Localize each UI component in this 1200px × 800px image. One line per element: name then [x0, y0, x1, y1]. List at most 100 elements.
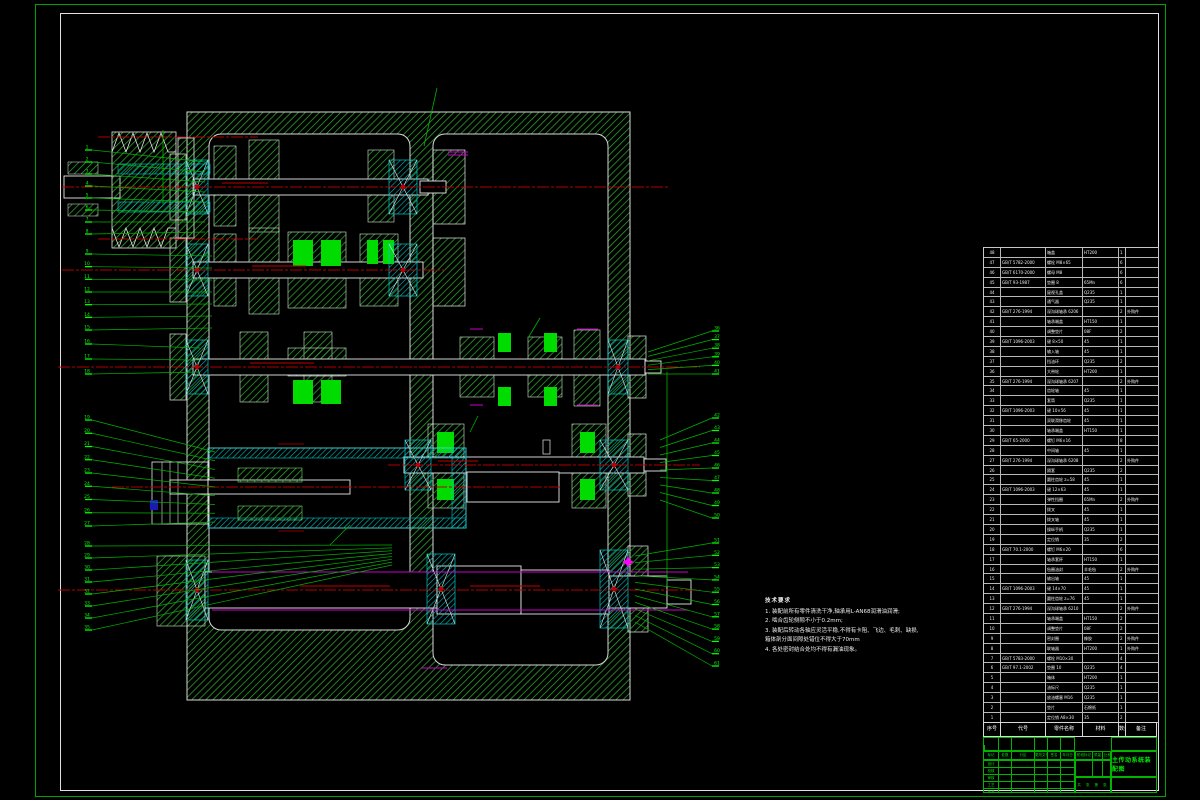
callout-number: 58	[714, 624, 720, 630]
callout-number: 6	[86, 205, 89, 211]
bom-row: 37 挡油环 Q235 2	[984, 356, 1158, 367]
bom-row: 39 GB/T 1096-2003 键 8×50 45 1	[984, 337, 1158, 347]
bom-row: 17 轴承套杯 HT150 1	[984, 554, 1158, 565]
technical-notes: 技术要求 1. 装配前所有零件清洗干净,轴承用L-AN68润滑油润滑; 2. 啮合…	[765, 597, 975, 656]
gear-tooth-block	[293, 240, 313, 266]
bom-row: 18 GB/T 70.1-2000 螺钉 M6×20 6	[984, 544, 1158, 555]
callout-number: 43	[714, 425, 720, 431]
callout-number: 5	[86, 193, 89, 199]
bom-row: 27 GB/T 276-1994 深沟球轴承 6208 2 外购件	[984, 455, 1158, 466]
bom-header-cell: 材料	[1082, 723, 1118, 736]
tb-empty-grid	[984, 738, 1074, 750]
bom-header-cell: 数量	[1118, 723, 1125, 736]
leader-line	[659, 499, 713, 519]
callout-number: 56	[714, 599, 720, 605]
gear-tooth-block	[498, 387, 511, 406]
callout-number: 9	[86, 249, 89, 255]
callout-number: 14	[84, 312, 90, 318]
leader-line	[659, 417, 713, 441]
callout-number: 11	[84, 274, 90, 280]
shaft-section	[520, 569, 610, 615]
bom-row: 35 GB/T 276-1994 深沟球轴承 6207 2 外购件	[984, 376, 1158, 387]
leader-line	[634, 615, 713, 655]
notes-lines: 1. 装配前所有零件清洗干净,轴承用L-AN68润滑油润滑; 2. 啮合齿轮侧隙不…	[765, 608, 975, 656]
tb-stage-row: 阶段标记 质量 比例	[1076, 752, 1110, 759]
bom-row: 8 联轴器 HT200 1 外购件	[984, 643, 1158, 654]
bom-header-cell: 零件名称	[1045, 723, 1082, 736]
callout-number: 21	[84, 441, 90, 447]
callout-number: 23	[84, 468, 90, 474]
bom-row: 28 中间轴 45 1	[984, 445, 1158, 456]
callout-number: 53	[714, 562, 720, 568]
bom-row: 22 拨叉 45 1	[984, 505, 1158, 516]
bom-row: 45 GB/T 93-1987 垫圈 8 65Mn 6	[984, 277, 1158, 288]
leader-line	[647, 347, 713, 362]
bom-row: 33 套筒 Q235 1	[984, 396, 1158, 407]
blue-key-block	[150, 500, 158, 510]
note-line: 3. 装配后转动各轴应灵活平稳,不得有卡阻、飞边、毛刺、缺损,	[765, 627, 919, 634]
callout-number: 46	[714, 463, 720, 469]
bom-row: 20 操纵手柄 Q235 1	[984, 524, 1158, 535]
callout-number: 48	[714, 488, 720, 494]
tb-stage-values	[1076, 761, 1110, 776]
tb-role-row: 审核	[984, 775, 1074, 782]
callout-number: 18	[84, 369, 90, 375]
tb-stage-label: 阶段标记	[1077, 753, 1091, 757]
callout-number: 20	[84, 428, 90, 434]
tb-mass-label: 质量	[1092, 752, 1101, 759]
tb-sheet-count: 共 张 第 张	[1075, 777, 1111, 793]
callout-number: 15	[84, 325, 90, 331]
callout-number: 27	[84, 521, 90, 527]
bom-row: 16 毡圈油封 羊毛毡 2 外购件	[984, 564, 1158, 575]
gear-tooth-block	[321, 240, 341, 266]
callout-number: 22	[84, 454, 90, 460]
callout-number: 28	[84, 541, 90, 547]
bom-row: 13 圆柱齿轮 z=76 45 1	[984, 594, 1158, 605]
bom-row: 40 调整垫片 08F 2	[984, 327, 1158, 338]
callout-number: 55	[714, 587, 720, 593]
pulley-flange	[177, 137, 195, 239]
bom-row: 14 GB/T 1096-2003 键 14×70 45 1	[984, 584, 1158, 595]
bom-row: 32 GB/T 1096-2003 键 10×56 45 1	[984, 406, 1158, 417]
leader-line	[659, 477, 713, 481]
bom-row: 5 箱体 HT200 1	[984, 673, 1158, 684]
callout-number: 13	[84, 299, 90, 305]
bom-row: 42 GB/T 276-1994 深沟球轴承 6206 2 外购件	[984, 307, 1158, 318]
leader-line	[634, 621, 713, 667]
tb-scale-label: 比例	[1102, 752, 1111, 759]
bom-header-cell: 序号	[986, 726, 997, 732]
shaft-section	[666, 579, 692, 605]
leader-line	[659, 492, 713, 506]
callout-number: 60	[714, 648, 720, 654]
callout-number: 59	[714, 636, 720, 642]
callout-number: 12	[84, 287, 90, 293]
callout-number: 40	[714, 360, 720, 366]
bom-row: 4 油标尺 Q235 1	[984, 683, 1158, 694]
note-line: 2. 啮合齿轮侧隙不小于0.2mm;	[765, 618, 843, 625]
tb-drawing-no-box	[1111, 737, 1157, 751]
gear-tooth-block	[544, 387, 557, 406]
gear-tooth-block	[580, 432, 595, 453]
callout-number: 38	[714, 343, 720, 349]
gear-tooth-block	[437, 479, 454, 500]
leader-line	[659, 484, 713, 494]
end-cap	[432, 237, 466, 307]
bom-row: 44 窥视孔盖 Q235 1	[984, 287, 1158, 298]
callout-number: 31	[84, 577, 90, 583]
gear-tooth-block	[321, 380, 341, 404]
callout-number: 1	[86, 145, 89, 151]
bom-row: 47 GB/T 5782-2000 螺栓 M8×65 6	[984, 257, 1158, 268]
tb-change-row: 标记处数分区更改文件号签名年月日	[987, 752, 1073, 759]
bom-row: 41 轴承端盖 HT150 1	[984, 317, 1158, 328]
bom-row: 38 输入轴 45 1	[984, 346, 1158, 357]
callout-number: 32	[84, 589, 90, 595]
bom-row: 46 GB/T 6170-2000 螺母 M8 6	[984, 267, 1158, 278]
bom-row: 25 圆柱齿轮 z=58 45 1	[984, 475, 1158, 486]
callout-number: 61	[714, 661, 720, 667]
callout-number: 25	[84, 494, 90, 500]
gear-tooth-block	[498, 333, 511, 352]
note-line: 1. 装配前所有零件清洗干净,轴承用L-AN68润滑油润滑;	[765, 608, 900, 615]
callout-number: 4	[86, 181, 89, 187]
callout-number: 41	[714, 369, 720, 375]
callout-number: 2	[86, 157, 89, 163]
